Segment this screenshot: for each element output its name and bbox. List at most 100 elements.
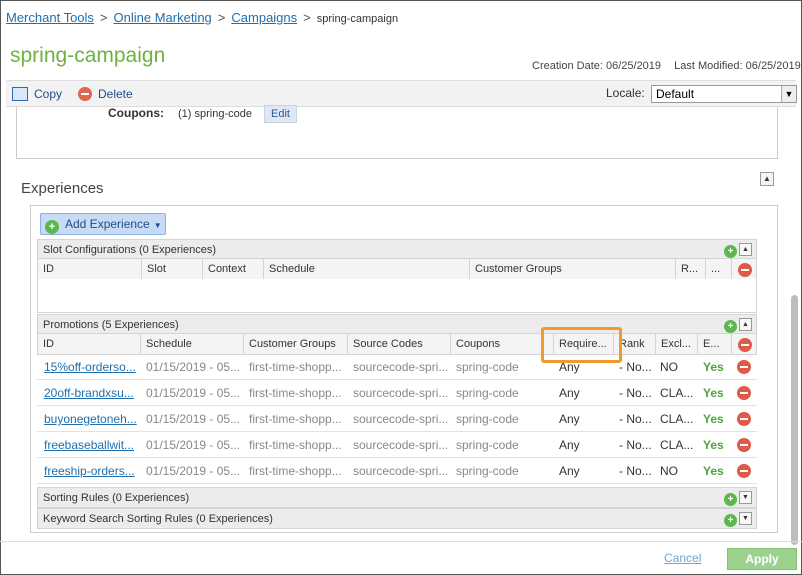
slot-grid-header: ID Slot Context Schedule Customer Groups… [37,258,757,280]
add-circle-icon[interactable]: + [724,320,737,333]
scrollbar-thumb[interactable] [791,295,798,545]
slot-col-more[interactable]: ... [706,259,732,279]
expand-down-icon[interactable]: ▼ [739,491,752,504]
slot-col-r[interactable]: R... [676,259,706,279]
promotion-coupons: spring-code [456,412,519,426]
promo-col-coupons[interactable]: Coupons [451,334,554,354]
breadcrumb-separator: > [217,10,226,25]
coupons-label: Coupons: [108,106,164,120]
slot-col-customer-groups[interactable]: Customer Groups [470,259,676,279]
promotion-source-codes: sourcecode-spri... [353,360,448,374]
keyword-sorting-rules-controls: + ▼ [724,512,752,527]
promotion-source-codes: sourcecode-spri... [353,438,448,452]
collapse-up-icon[interactable]: ▲ [739,243,752,256]
keyword-sorting-rules-header[interactable]: Keyword Search Sorting Rules (0 Experien… [37,508,757,529]
require-column-highlight [541,327,622,363]
promotion-require: Any [559,438,580,452]
promotion-schedule: 01/15/2019 - 05... [146,386,241,400]
last-modified-date: Last Modified: 06/25/2019 [674,60,801,72]
table-row[interactable]: buyonegetoneh... 01/15/2019 - 05... firs… [37,406,757,432]
promo-col-enabled[interactable]: E... [698,334,732,354]
remove-circle-icon[interactable] [738,263,752,277]
promotions-controls: + ▲ [724,318,752,333]
vertical-scrollbar[interactable] [790,115,798,545]
promotion-rank: - No... [619,360,652,374]
remove-circle-icon[interactable] [737,464,751,478]
promotion-id-link[interactable]: freeship-orders... [44,464,138,478]
promotion-rank: - No... [619,464,652,478]
slot-configurations-title: Slot Configurations (0 Experiences) [43,244,217,256]
promotion-coupons: spring-code [456,464,519,478]
promotion-exclusivity: CLA... [660,386,694,400]
table-row[interactable]: freebaseballwit... 01/15/2019 - 05... fi… [37,432,757,458]
slot-col-slot[interactable]: Slot [142,259,203,279]
breadcrumb-current: spring-campaign [316,13,399,25]
promotions-header[interactable]: Promotions (5 Experiences) + ▲ [37,314,757,335]
promo-col-exclusivity[interactable]: Excl... [656,334,698,354]
coupons-edit-button[interactable]: Edit [264,105,297,123]
collapse-up-icon[interactable]: ▲ [739,318,752,331]
promotion-schedule: 01/15/2019 - 05... [146,438,241,452]
table-row[interactable]: 20off-brandxsu... 01/15/2019 - 05... fir… [37,380,757,406]
promotion-coupons: spring-code [456,386,519,400]
promotion-id-link[interactable]: 15%off-orderso... [44,360,138,374]
promo-col-id[interactable]: ID [38,334,141,354]
slot-col-schedule[interactable]: Schedule [264,259,470,279]
promotion-exclusivity: NO [660,464,678,478]
promotion-exclusivity: CLA... [660,412,694,426]
chevron-down-icon[interactable]: ▼ [781,86,796,102]
slot-configurations-header[interactable]: Slot Configurations (0 Experiences) + ▲ [37,239,757,260]
promotion-id-link[interactable]: buyonegetoneh... [44,412,138,426]
promotion-id-link[interactable]: freebaseballwit... [44,438,138,452]
locale-select[interactable]: Default ▼ [651,85,797,103]
slot-col-id[interactable]: ID [38,259,142,279]
breadcrumb: Merchant Tools > Online Marketing > Campaign… [6,10,398,25]
remove-circle-icon[interactable] [737,438,751,452]
add-circle-icon[interactable]: + [724,245,737,258]
promotions-grid-header: ID Schedule Customer Groups Source Codes… [37,333,757,355]
table-row[interactable]: freeship-orders... 01/15/2019 - 05... fi… [37,458,757,484]
add-circle-icon[interactable]: + [724,514,737,527]
add-circle-icon[interactable]: + [724,493,737,506]
add-experience-button[interactable]: + Add Experience ▼ [40,213,166,235]
collapse-up-icon[interactable]: ▲ [760,172,774,186]
breadcrumb-campaigns[interactable]: Campaigns [231,10,297,25]
delete-icon [78,87,92,101]
promotion-customer-groups: first-time-shopp... [249,464,342,478]
experiences-heading: Experiences [21,180,104,197]
apply-button[interactable]: Apply [727,548,797,570]
breadcrumb-online-marketing[interactable]: Online Marketing [114,10,212,25]
sorting-rules-controls: + ▼ [724,491,752,506]
expand-down-icon[interactable]: ▼ [739,512,752,525]
breadcrumb-merchant-tools[interactable]: Merchant Tools [6,10,94,25]
promotion-customer-groups: first-time-shopp... [249,360,342,374]
copy-icon [12,87,28,101]
promo-col-source-codes[interactable]: Source Codes [348,334,451,354]
chevron-down-icon: ▼ [153,221,162,230]
remove-circle-icon[interactable] [737,360,751,374]
add-circle-icon: + [45,220,59,234]
toolbar: Copy Delete Locale: Default ▼ [6,80,797,107]
remove-circle-icon[interactable] [738,338,752,352]
sorting-rules-header[interactable]: Sorting Rules (0 Experiences) + ▼ [37,487,757,508]
promotion-require: Any [559,464,580,478]
slot-col-context[interactable]: Context [203,259,264,279]
copy-button[interactable]: Copy [12,87,62,101]
remove-circle-icon[interactable] [737,386,751,400]
promotion-enabled: Yes [703,438,724,452]
promotion-schedule: 01/15/2019 - 05... [146,464,241,478]
promotion-source-codes: sourcecode-spri... [353,464,448,478]
promo-col-schedule[interactable]: Schedule [141,334,244,354]
table-row[interactable]: 15%off-orderso... 01/15/2019 - 05... fir… [37,354,757,380]
slot-grid-body [37,279,757,313]
promotion-enabled: Yes [703,464,724,478]
delete-button[interactable]: Delete [78,87,133,101]
promotion-id-link[interactable]: 20off-brandxsu... [44,386,138,400]
promotion-exclusivity: NO [660,360,678,374]
remove-circle-icon[interactable] [737,412,751,426]
promotion-rank: - No... [619,412,652,426]
promo-col-customer-groups[interactable]: Customer Groups [244,334,348,354]
cancel-link[interactable]: Cancel [664,551,701,565]
sorting-rules-title: Sorting Rules (0 Experiences) [43,492,190,504]
promotion-require: Any [559,412,580,426]
